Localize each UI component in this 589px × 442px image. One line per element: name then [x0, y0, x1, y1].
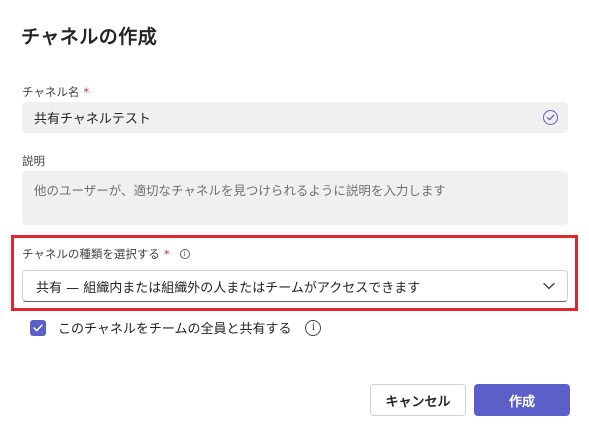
channel-type-label: チャネルの種類を選択する	[22, 247, 160, 261]
checkmark-icon	[33, 323, 43, 331]
channel-type-label-row: チャネルの種類を選択する * i	[22, 246, 190, 262]
required-mark: *	[83, 85, 90, 99]
description-textarea[interactable]: 他のユーザーが、適切なチャネルを見つけられるように説明を入力します	[22, 171, 568, 225]
cancel-button[interactable]: キャンセル	[370, 384, 466, 416]
share-with-team-option: このチャネルをチームの全員と共有する i	[30, 318, 322, 337]
description-label: 説明	[22, 154, 45, 168]
info-icon[interactable]: i	[305, 319, 322, 336]
channel-name-input[interactable]: 共有チャネルテスト	[22, 102, 568, 133]
channel-name-value[interactable]: 共有チャネルテスト	[34, 108, 543, 127]
create-channel-dialog: チャネルの作成 チャネル名 * 共有チャネルテスト 説明 他のユーザーが、適切な…	[0, 0, 589, 442]
create-button[interactable]: 作成	[474, 384, 570, 416]
description-placeholder: 他のユーザーが、適切なチャネルを見つけられるように説明を入力します	[34, 183, 446, 198]
channel-type-selected: 共有 — 組織内または組織外の人またはチームがアクセスできます	[36, 280, 421, 296]
channel-type-select[interactable]: 共有 — 組織内または組織外の人またはチームがアクセスできます	[22, 270, 568, 302]
channel-name-label-row: チャネル名 *	[22, 84, 89, 100]
share-with-team-checkbox[interactable]	[30, 319, 46, 336]
required-mark: *	[163, 247, 170, 261]
info-icon[interactable]: i	[179, 249, 190, 259]
chevron-down-icon	[543, 279, 555, 294]
channel-name-label: チャネル名	[22, 85, 80, 99]
description-label-row: 説明	[22, 153, 45, 169]
share-with-team-label[interactable]: このチャネルをチームの全員と共有する	[58, 318, 291, 337]
check-circle-icon	[543, 110, 558, 125]
dialog-title: チャネルの作成	[21, 26, 158, 48]
